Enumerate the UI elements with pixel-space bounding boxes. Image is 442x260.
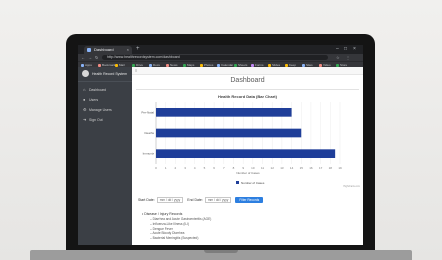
x-tick-label: 6	[213, 166, 215, 170]
top-navbar: ≡	[132, 67, 363, 75]
x-tick-label: 10	[251, 166, 255, 170]
hamburger-menu-icon[interactable]: ≡	[135, 67, 137, 74]
x-axis-label: Number of Cases	[236, 171, 260, 175]
laptop-notch	[204, 250, 238, 253]
records-list: • Disease / Injury Records – Diarrhea an…	[142, 212, 211, 241]
x-tick-label: 3	[184, 166, 186, 170]
laptop-screen: Dashboard × + – □ × ← → ↻ http://www.hea…	[78, 45, 363, 245]
category-label: Immuniz	[143, 152, 155, 156]
x-tick-label: 18	[329, 166, 333, 170]
x-tick-label: 8	[233, 166, 235, 170]
legend-label: Number of Cases	[241, 181, 265, 185]
back-icon[interactable]: ←	[81, 54, 85, 61]
x-tick-label: 12	[271, 166, 275, 170]
browser-toolbar: ← → ↻ http://www.healthrecordsystem.com/…	[78, 54, 363, 61]
x-tick-label: 0	[155, 166, 157, 170]
x-tick-label: 11	[261, 166, 264, 170]
x-tick-label: 14	[290, 166, 294, 170]
sidebar-item-sign-out[interactable]: ➜ Sign Out	[83, 117, 103, 122]
bar-chart: 0 1 2 3 4 5 6 7 8 9 10 11 12 13 14 15 16 17 18 19Pre-NatalD…	[141, 102, 360, 188]
tab-close-icon[interactable]: ×	[127, 46, 129, 54]
end-date-label: End Date:	[187, 198, 203, 202]
brand-name: Health Record System	[92, 72, 128, 76]
forward-icon[interactable]: →	[88, 54, 92, 61]
bar	[156, 149, 336, 159]
list-item-text: Influenza-Like Illness (ILI)	[152, 221, 189, 226]
sidebar-brand[interactable]: Health Record System	[78, 67, 132, 82]
list-item-text: Bacterial Meningitis (Suspected)	[152, 236, 199, 241]
list-title-text: Disease / Injury Records	[144, 212, 183, 216]
bar	[156, 128, 302, 138]
sidebar: Health Record System ⌂ Dashboard ● Users…	[78, 67, 132, 245]
sidebar-item-dashboard[interactable]: ⌂ Dashboard	[83, 87, 106, 92]
browser-tab-bar: Dashboard × + – □ ×	[78, 45, 363, 54]
legend-swatch	[236, 181, 239, 184]
list-item-text: Diarrhea and Acute Gastroenteritis (AGE)	[152, 217, 212, 221]
x-tick-label: 16	[309, 166, 313, 170]
x-tick-label: 17	[319, 166, 323, 170]
list-item-text: Dengue Fever	[152, 226, 173, 231]
sidebar-item-label: Manage Users	[89, 107, 112, 112]
star-icon[interactable]: ☆	[336, 54, 340, 61]
end-date-input[interactable]: mm / dd / yyyy	[204, 197, 232, 203]
x-tick-label: 13	[280, 166, 284, 170]
reload-icon[interactable]: ↻	[95, 54, 98, 61]
x-tick-label: 1	[165, 166, 167, 170]
category-label: Deaths	[144, 131, 154, 135]
minimize-icon[interactable]: –	[336, 45, 339, 54]
x-tick-label: 2	[175, 166, 177, 170]
sidebar-item-label: Dashboard	[89, 87, 107, 92]
start-date-label: Start Date:	[138, 198, 155, 202]
sidebar-item-label: Users	[89, 97, 99, 102]
bar	[156, 107, 292, 117]
x-tick-label: 5	[204, 166, 206, 170]
divider	[136, 89, 359, 90]
category-label: Pre-Natal	[141, 110, 154, 114]
close-window-icon[interactable]: ×	[353, 45, 356, 54]
brand-logo	[82, 70, 89, 77]
sidebar-item-label: Sign Out	[89, 117, 103, 122]
chart-credit: Highcharts.com	[343, 185, 360, 188]
main-content: ≡ Dashboard Health Record Data (Bar Char…	[132, 67, 363, 245]
list-items: – Diarrhea and Acute Gastroenteritis (AG…	[142, 217, 211, 241]
sidebar-item-users[interactable]: ● Users	[83, 97, 98, 102]
list-item-text: Acute Bloody Diarrhea	[152, 231, 185, 236]
page-title: Dashboard	[230, 77, 265, 84]
address-bar[interactable]: http://www.healthrecordsystem.com/dashbo…	[102, 55, 328, 60]
x-tick-label: 4	[194, 166, 196, 170]
browser-tab[interactable]: Dashboard ×	[84, 46, 132, 54]
date-filter-form: Start Date: mm / dd / yyyy End Date: mm …	[138, 197, 264, 203]
x-tick-label: 19	[338, 166, 342, 170]
x-tick-label: 15	[300, 166, 304, 170]
new-tab-icon[interactable]: +	[136, 45, 140, 54]
x-tick-label: 9	[242, 166, 244, 170]
tab-favicon-icon	[87, 48, 91, 52]
tab-title: Dashboard	[94, 47, 114, 52]
start-date-input[interactable]: mm / dd / yyyy	[156, 197, 184, 203]
list-item: – Bacterial Meningitis (Suspected)	[142, 236, 211, 241]
maximize-icon[interactable]: □	[344, 45, 347, 54]
menu-dots-icon[interactable]: ⋮	[346, 54, 350, 61]
address-bar-url: http://www.healthrecordsystem.com/dashbo…	[107, 55, 180, 59]
filter-button[interactable]: Filter Records	[235, 197, 264, 203]
x-tick-label: 7	[223, 166, 225, 170]
sidebar-item-manage-users[interactable]: ⚙ Manage Users	[83, 107, 112, 112]
